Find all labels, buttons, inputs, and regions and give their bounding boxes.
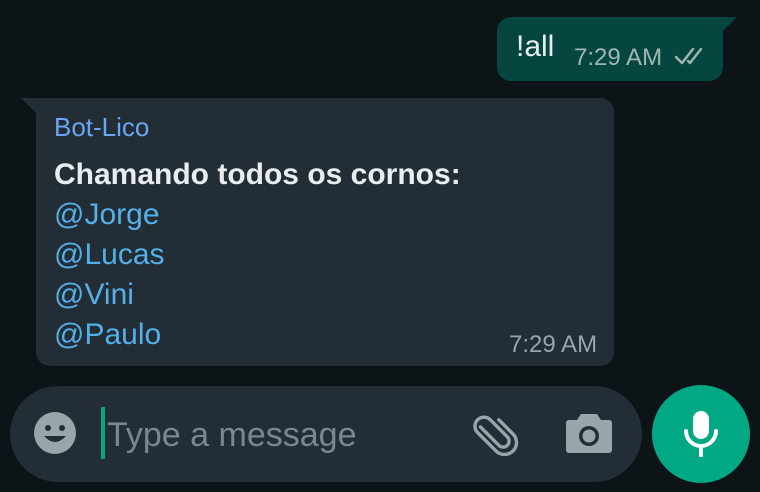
message-input[interactable] [107, 412, 447, 458]
microphone-icon [684, 411, 718, 457]
sender-name[interactable]: Bot-Lico [54, 112, 149, 142]
mention-link[interactable]: @Jorge [54, 197, 160, 233]
outgoing-message-time: 7:29 AM [574, 44, 663, 71]
paperclip-icon[interactable] [470, 408, 522, 460]
text-caret [101, 407, 105, 459]
chat-screen: !all 7:29 AM Bot-Lico Chamando todos os … [0, 0, 760, 492]
double-check-icon [674, 47, 703, 65]
incoming-message-time: 7:29 AM [509, 331, 598, 358]
outgoing-message-text: !all [516, 30, 555, 63]
outgoing-bubble-tail [721, 17, 737, 33]
mention-link[interactable]: @Paulo [54, 317, 161, 353]
emoji-icon[interactable] [33, 411, 77, 455]
incoming-bubble-tail [21, 98, 37, 114]
mention-link[interactable]: @Vini [54, 277, 134, 313]
mention-link[interactable]: @Lucas [54, 237, 165, 273]
camera-icon[interactable] [565, 410, 613, 454]
incoming-message-bold-text: Chamando todos os cornos: [54, 158, 461, 191]
